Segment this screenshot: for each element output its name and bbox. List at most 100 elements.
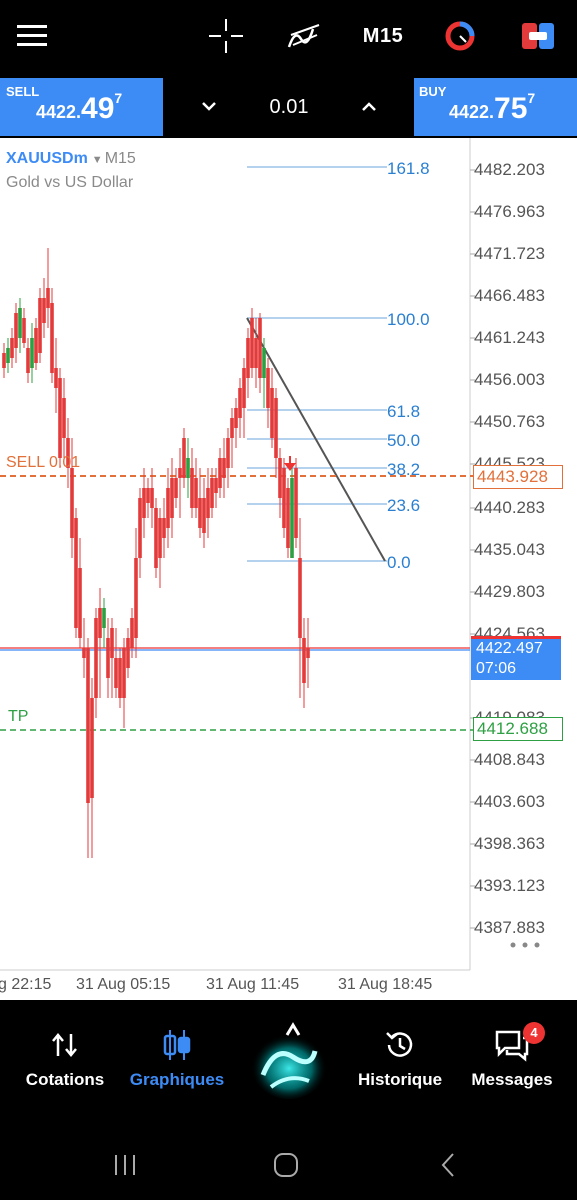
candle-body (98, 608, 102, 638)
chevron-up-icon (362, 102, 376, 111)
indicators-button[interactable] (284, 14, 324, 58)
bar-countdown: 07:06 (476, 660, 517, 677)
price-axis-label: 4471.723 (474, 244, 545, 263)
candle-body (18, 308, 22, 338)
price-axis-label: 4398.363 (474, 834, 545, 853)
candle-body (174, 478, 178, 498)
candle-body (138, 498, 142, 558)
price-axis-label: 4393.123 (474, 876, 545, 895)
candle-body (14, 313, 18, 348)
system-navigation (0, 1130, 577, 1200)
fib-level-label: 161.8 (387, 159, 430, 178)
candle-body (118, 658, 122, 698)
buy-price: 4422.757 (449, 90, 536, 125)
candle-body (182, 438, 186, 478)
nav-app-logo[interactable] (234, 1018, 344, 1099)
price-chart[interactable]: XAUUSDm ▼ M15 Gold vs US Dollar 4482.203 44… (0, 138, 577, 1000)
candle-body (222, 458, 226, 478)
candle-body (230, 418, 234, 438)
nav-messages[interactable]: 4 Messages (457, 1022, 567, 1090)
candle-body (166, 488, 170, 528)
candle-body (206, 488, 210, 518)
bid-price-tag: 4422.497 07:06 (471, 636, 561, 680)
quotes-arrows-icon (52, 1033, 77, 1057)
candle-body (266, 368, 270, 408)
sell-price: 4422.497 (36, 90, 123, 125)
more-options-button[interactable] (508, 938, 542, 952)
top-toolbar: M15 (0, 0, 577, 76)
nav-messages-label: Messages (471, 1070, 553, 1089)
candle-body (142, 488, 146, 518)
one-click-trade-button[interactable] (518, 14, 558, 58)
crosshair-icon (209, 19, 243, 53)
candle-body (306, 648, 310, 658)
candle-body (78, 568, 82, 638)
candle-body (242, 368, 246, 408)
candle-body (38, 298, 42, 353)
lot-decrease-button[interactable] (194, 92, 224, 122)
candle-body (226, 438, 230, 468)
nav-charts[interactable]: Graphiques (122, 1028, 232, 1090)
recent-apps-button[interactable] (105, 1150, 145, 1180)
timeframe-button[interactable]: M15 (358, 14, 408, 58)
time-axis-label: 31 Aug 18:45 (338, 976, 433, 993)
fib-level-label: 61.8 (387, 402, 421, 421)
more-dots-icon (510, 942, 540, 948)
crosshair-button[interactable] (206, 14, 246, 58)
chart-objects-button[interactable] (440, 14, 480, 58)
candle-body (158, 518, 162, 558)
candle-body (270, 388, 274, 438)
menu-button[interactable] (12, 14, 52, 58)
sell-order-label[interactable]: SELL 0.01 (6, 454, 80, 472)
home-button[interactable] (266, 1150, 306, 1180)
bid-price-value: 4422.497 (476, 640, 543, 657)
sell-button[interactable]: SELL 4422.497 (0, 78, 163, 136)
candle-body (74, 518, 78, 628)
back-button[interactable] (428, 1150, 468, 1180)
price-axis-label: 4461.243 (474, 328, 545, 347)
price-axis-label: 4435.043 (474, 540, 545, 559)
symbol-description: Gold vs US Dollar (6, 174, 134, 191)
nav-history[interactable]: Historique (345, 1028, 455, 1090)
take-profit-label[interactable]: TP (8, 708, 28, 726)
back-icon (441, 1153, 454, 1177)
trade-bar: SELL 4422.497 0.01 BUY 4422.757 (0, 76, 577, 138)
price-axis-label: 4450.763 (474, 412, 545, 431)
candle-body (262, 348, 266, 378)
candle-body (54, 368, 58, 388)
fib-level-label: 0.0 (387, 553, 411, 572)
candle-body (10, 338, 14, 358)
fib-level-label: 38.2 (387, 460, 421, 479)
candle-body (298, 558, 302, 638)
candle-body (90, 698, 94, 798)
timeframe-label: M15 (362, 24, 404, 47)
nav-charts-label: Graphiques (129, 1070, 225, 1089)
nav-history-label: Historique (357, 1070, 443, 1089)
messages-badge: 4 (523, 1022, 545, 1044)
candle-body (218, 458, 222, 488)
candle-body (238, 388, 242, 418)
buy-button[interactable]: BUY 4422.757 (414, 78, 577, 136)
candle-body (6, 348, 10, 363)
price-axis-label: 4429.803 (474, 582, 545, 601)
symbol-timeframe: M15 (104, 150, 136, 167)
candle-body (198, 498, 202, 528)
sell-order-price-tag: 4443.928 (473, 465, 563, 489)
sell-label: SELL (6, 84, 40, 99)
candle-body (134, 558, 138, 638)
candle-body (94, 618, 98, 698)
buy-label: BUY (419, 84, 447, 99)
lot-increase-button[interactable] (354, 92, 384, 122)
lot-size-value[interactable]: 0.01 (254, 96, 324, 119)
candle-body (210, 478, 214, 508)
price-axis-label: 4403.603 (474, 792, 545, 811)
chart-canvas[interactable] (0, 138, 577, 1000)
recent-apps-icon (115, 1155, 135, 1175)
nav-quotes[interactable]: Cotations (10, 1028, 120, 1090)
candle-body (82, 648, 86, 658)
candle-body (106, 638, 110, 678)
symbol-name[interactable]: XAUUSDm (6, 150, 88, 167)
candle-body (22, 318, 26, 343)
caret-down-icon: ▼ (91, 154, 103, 166)
chevron-down-icon (202, 102, 216, 111)
